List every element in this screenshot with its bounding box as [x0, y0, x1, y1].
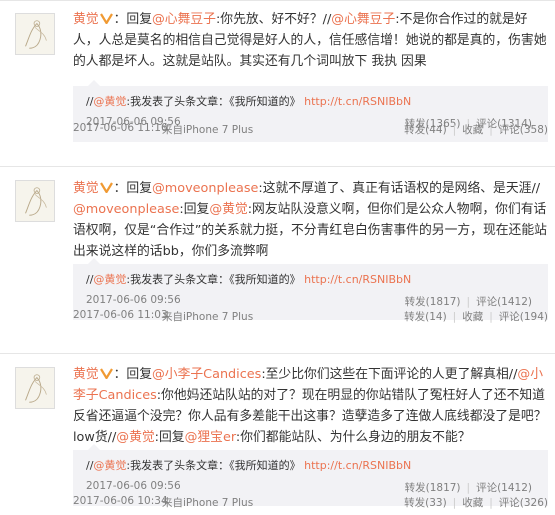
repost-button[interactable]: 转发(33)	[404, 497, 447, 509]
post-timestamp[interactable]: 2017-06-06 10:34	[73, 495, 168, 507]
quote-timestamp[interactable]: 2017-06-06 09:56	[86, 480, 181, 492]
quote-text: :我发表了头条文章：《我所知道的》	[126, 95, 301, 108]
quoted-text: //@黄觉:我发表了头条文章：《我所知道的》 http://t.cn/RSNIB…	[86, 271, 411, 287]
mention-link[interactable]: @黄觉	[209, 202, 247, 217]
text-segment: :这就不厚道了、真正有话语权的是网络、是天涯//	[258, 181, 541, 196]
divider: |	[489, 311, 493, 323]
vip-badge-icon	[99, 368, 113, 379]
mention-link[interactable]: @小李子Candices	[152, 367, 261, 382]
repost-button[interactable]: 转发(44)	[404, 124, 447, 136]
divider: |	[452, 497, 457, 509]
article-link[interactable]: http://t.cn/RSNIBbN	[304, 273, 411, 286]
post-source: 来自iPhone 7 Plus	[162, 497, 254, 509]
mention-link[interactable]: @狸宝er	[185, 430, 236, 445]
author-link[interactable]: 黄觉	[73, 12, 99, 27]
avatar[interactable]	[15, 367, 55, 409]
post-actions: 转发(44) | 收藏 | 评论(358)	[404, 122, 548, 137]
divider: |	[452, 124, 457, 136]
post-source: 来自iPhone 7 Plus	[162, 311, 254, 323]
comment-button[interactable]: 评论(358)	[499, 124, 548, 136]
avatar[interactable]	[15, 180, 55, 222]
comment-button[interactable]: 评论(194)	[499, 311, 548, 323]
post-timestamp[interactable]: 2017-06-06 11:03	[73, 309, 168, 321]
text-segment: ：回复	[113, 181, 152, 196]
quote-pointer	[88, 80, 100, 86]
post-text: 黄觉 ：回复@moveonplease:这就不厚道了、真正有话语权的是网络、是天涯…	[73, 178, 548, 262]
avatar-sketch-icon	[16, 181, 54, 221]
divider: |	[489, 497, 493, 509]
avatar-sketch-icon	[16, 14, 54, 54]
quote-mention-link[interactable]: @黄觉	[93, 273, 126, 286]
quote-text: :我发表了头条文章：《我所知道的》	[126, 459, 301, 472]
quote-actions: 转发(1817) | 评论(1412)	[405, 294, 532, 309]
post-text: 黄觉 ：回复@心舞豆子:你先放、好不好？//@心舞豆子:不是你合作过的就是好人，人…	[73, 9, 548, 72]
text-segment: :回复	[179, 202, 210, 217]
vip-badge-icon	[99, 13, 113, 24]
feed-item-3: 黄觉 ：回复@小李子Candices:至少比你们这些在下面评论的人更了解真相// @…	[0, 354, 555, 515]
post-source: 来自iPhone 7 Plus	[162, 124, 254, 136]
author-link[interactable]: 黄觉	[73, 367, 99, 382]
mention-link[interactable]: @黄觉	[116, 430, 154, 445]
quote-actions: 转发(1817) | 评论(1412)	[405, 480, 532, 495]
author-link[interactable]: 黄觉	[73, 181, 99, 196]
quote-text: :我发表了头条文章：《我所知道的》	[126, 273, 301, 286]
mention-link[interactable]: @moveonplease	[73, 202, 179, 217]
quote-timestamp[interactable]: 2017-06-06 09:56	[86, 294, 181, 306]
repost-button[interactable]: 转发(14)	[404, 311, 447, 323]
divider: |	[452, 311, 457, 323]
quote-mention-link[interactable]: @黄觉	[93, 95, 126, 108]
quote-pointer	[88, 258, 100, 264]
text-segment: :回复	[154, 430, 185, 445]
favorite-button[interactable]: 收藏	[462, 311, 483, 323]
divider: |	[466, 482, 471, 494]
quote-comment-button[interactable]: 评论(1412)	[476, 482, 532, 494]
quote-pointer	[88, 444, 100, 450]
mention-link[interactable]: @心舞豆子	[152, 12, 216, 27]
quoted-text: //@黄觉:我发表了头条文章：《我所知道的》 http://t.cn/RSNIB…	[86, 457, 411, 473]
favorite-button[interactable]: 收藏	[462, 497, 483, 509]
feed-item-1: 黄觉 ：回复@心舞豆子:你先放、好不好？//@心舞豆子:不是你合作过的就是好人，人…	[0, 0, 555, 152]
quote-repost-button[interactable]: 转发(1817)	[405, 482, 461, 494]
quote-comment-button[interactable]: 评论(1412)	[476, 296, 532, 308]
favorite-button[interactable]: 收藏	[462, 124, 483, 136]
text-segment: :你们都能站队、为什么身边的朋友不能？	[235, 430, 471, 445]
text-segment: ：回复	[113, 12, 152, 27]
avatar-sketch-icon	[16, 368, 54, 408]
post-actions: 转发(14) | 收藏 | 评论(194)	[404, 309, 548, 324]
post-actions: 转发(33) | 收藏 | 评论(326)	[404, 495, 548, 510]
text-segment: ：回复	[113, 367, 152, 382]
article-link[interactable]: http://t.cn/RSNIBbN	[304, 95, 411, 108]
post-text: 黄觉 ：回复@小李子Candices:至少比你们这些在下面评论的人更了解真相// @…	[73, 364, 548, 448]
divider: |	[489, 124, 493, 136]
article-link[interactable]: http://t.cn/RSNIBbN	[304, 459, 411, 472]
text-segment: :你先放、好不好？//	[215, 12, 332, 27]
vip-badge-icon	[99, 182, 113, 193]
divider: |	[466, 296, 471, 308]
comment-button[interactable]: 评论(326)	[499, 497, 548, 509]
text-segment: :至少比你们这些在下面评论的人更了解真相//	[261, 367, 518, 382]
mention-link[interactable]: @心舞豆子	[331, 12, 395, 27]
feed-item-2: 黄觉 ：回复@moveonplease:这就不厚道了、真正有话语权的是网络、是天涯…	[0, 167, 555, 339]
mention-link[interactable]: @moveonplease	[152, 181, 258, 196]
avatar[interactable]	[15, 13, 55, 55]
quote-repost-button[interactable]: 转发(1817)	[405, 296, 461, 308]
quote-mention-link[interactable]: @黄觉	[93, 459, 126, 472]
quoted-text: //@黄觉:我发表了头条文章：《我所知道的》 http://t.cn/RSNIB…	[86, 93, 411, 109]
post-timestamp[interactable]: 2017-06-06 11:16	[73, 122, 168, 134]
